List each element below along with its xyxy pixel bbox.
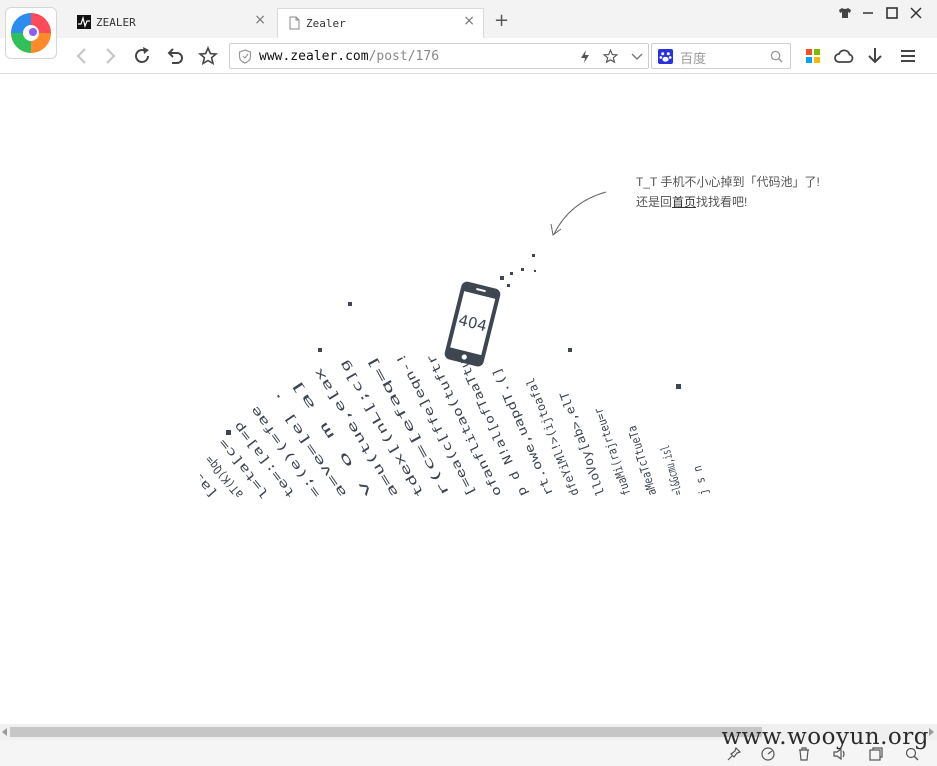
tab-title: ZEALER [96,16,136,29]
window-icon[interactable] [868,746,884,762]
navigation-bar: www.zealer.com/post/176 百度 [0,38,937,74]
download-icon[interactable] [863,44,887,68]
code-column: =l&Gcmu,isl [658,444,685,497]
scroll-left-icon[interactable] [1,727,8,737]
search-icon[interactable] [770,50,783,63]
volume-icon[interactable] [832,746,848,762]
reload-icon[interactable] [130,44,154,68]
search-box[interactable]: 百度 [651,43,791,69]
favorite-star-icon[interactable] [602,48,619,65]
curved-arrow-icon [550,191,607,236]
bookmark-star-icon[interactable] [196,44,220,68]
search-placeholder: 百度 [680,51,707,66]
security-shield-icon [238,49,252,64]
menu-hamburger-icon[interactable] [896,44,920,68]
message-prefix: 还是回 [636,195,673,209]
message-suffix: 找找看吧! [696,195,748,209]
baidu-paw-icon[interactable] [658,49,673,64]
zoom-icon[interactable] [904,746,920,762]
code-pool-columns: [asaT(K)Qq=l=ta[c=te=:[a]=p=;(e)(=faea=v… [200,351,711,502]
message-line-1: T_T 手机不小心掉到「代码池」了! [636,175,820,189]
lightning-speed-icon[interactable] [580,49,590,64]
scrollbar-thumb[interactable] [10,727,762,737]
page-favicon-icon [289,16,300,30]
new-tab-button[interactable]: + [494,10,509,31]
trash-icon[interactable] [796,746,812,762]
tab-title: Zealer [306,17,346,30]
code-column: j s n [690,464,711,496]
watermark-text: www.wooyun.org [721,724,929,750]
tab-zealer-inactive[interactable]: ZEALER × [68,8,274,38]
url-domain: www.zealer.com [259,49,369,64]
error-message: T_T 手机不小心掉到「代码池」了! 还是回首页找找看吧! [636,172,820,212]
tab-close-icon[interactable]: × [463,13,475,29]
address-bar[interactable]: www.zealer.com/post/176 [229,43,649,69]
tab-zealer-active[interactable]: Zealer × [277,8,484,38]
minimize-icon[interactable] [862,7,874,19]
cloud-sync-icon[interactable] [832,44,856,68]
tab-strip: ZEALER × Zealer × + [0,0,937,59]
url-path: /post/176 [368,49,440,64]
speed-test-icon[interactable] [760,746,776,762]
home-link[interactable]: 首页 [672,195,696,209]
maximize-icon[interactable] [886,7,898,19]
pin-icon[interactable] [726,746,742,762]
undo-close-tab-icon[interactable] [163,44,187,68]
pinwheel-logo-icon [11,13,51,53]
forward-icon[interactable] [98,44,122,68]
url-text: www.zealer.com/post/176 [259,49,439,64]
code-pool: [asaT(K)Qq=l=ta[c=te=:[a]=p=;(e)(=faea=v… [200,351,711,502]
back-icon[interactable] [70,44,94,68]
apps-grid-icon[interactable] [801,44,825,68]
status-bar: www.wooyun.org [0,724,937,766]
page-content: T_T 手机不小心掉到「代码池」了! 还是回首页找找看吧! 404 [as aT(… [0,74,937,724]
chevron-down-icon[interactable] [630,49,644,64]
tab-close-icon[interactable]: × [254,12,266,28]
browser-logo[interactable] [5,7,57,59]
close-window-icon[interactable] [910,7,922,19]
zealer-favicon-icon [77,15,91,29]
message-line-2: 还是回首页找找看吧! [636,192,820,212]
skin-shirt-icon[interactable] [838,7,852,19]
scroll-right-icon[interactable] [928,727,935,737]
